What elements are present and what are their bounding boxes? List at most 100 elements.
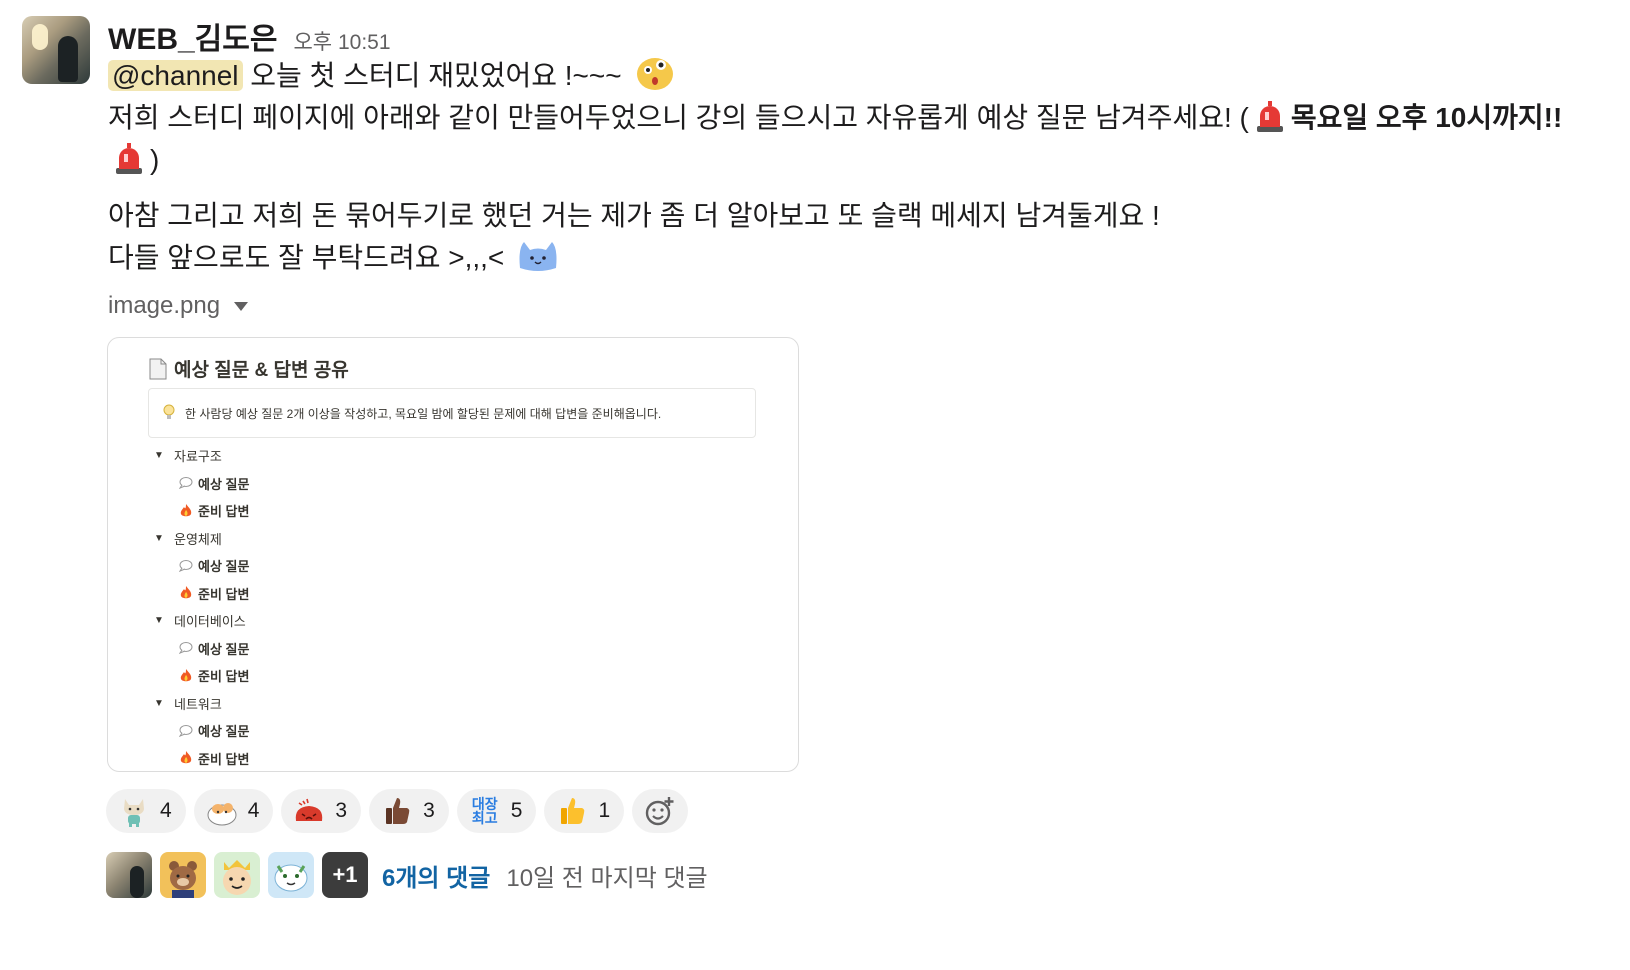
add-reaction-button[interactable] bbox=[632, 789, 689, 833]
item-label: 예상 질문 bbox=[198, 476, 250, 492]
toggle-triangle-icon: ▼ bbox=[154, 615, 164, 627]
toggle-section: ▼ 네트워크 bbox=[154, 690, 249, 718]
list-item: 예상 질문 bbox=[154, 552, 249, 580]
thumbs-up-emoji bbox=[556, 795, 588, 827]
list-item: 예상 질문 bbox=[154, 717, 249, 745]
line1-text: 오늘 첫 스터디 재밌었어요 !~~~ bbox=[250, 60, 622, 91]
reaction-count: 3 bbox=[423, 799, 435, 822]
item-label: 준비 답변 bbox=[198, 504, 250, 520]
fire-icon bbox=[176, 503, 196, 518]
item-label: 준비 답변 bbox=[198, 586, 250, 602]
speech-bubble-icon bbox=[176, 559, 196, 572]
reaction-hamster[interactable]: 4 bbox=[193, 789, 274, 833]
reaction-thumbs-up[interactable]: 1 bbox=[544, 789, 625, 833]
reaction-count: 1 bbox=[598, 799, 611, 822]
item-label: 예상 질문 bbox=[198, 559, 250, 575]
reaction-red-blob[interactable]: 3 bbox=[281, 789, 362, 833]
section-label: 운영체제 bbox=[174, 531, 222, 547]
last-reply-time: 10일 전 마지막 댓글 bbox=[506, 864, 708, 892]
reaction-cat-character[interactable]: 4 bbox=[106, 789, 186, 833]
red-blob-emoji bbox=[293, 795, 325, 827]
toggle-section: ▼ 자료구조 bbox=[154, 442, 249, 470]
reaction-count: 3 bbox=[335, 799, 348, 822]
message-line-3: 아참 그리고 저희 돈 묶어두기로 했던 거는 제가 좀 더 알아보고 또 슬랙… bbox=[108, 200, 1160, 231]
fire-icon bbox=[176, 586, 196, 600]
preview-title: 예상 질문 & 답변 공유 bbox=[148, 355, 349, 382]
thumbs-up-dark-emoji bbox=[381, 795, 413, 827]
reply-avatar bbox=[268, 852, 314, 898]
list-item: 예상 질문 bbox=[154, 635, 249, 663]
rotating-light-icon bbox=[116, 143, 142, 174]
more-repliers-badge: +1 bbox=[322, 852, 368, 898]
blue-cat-blob-emoji bbox=[519, 242, 557, 271]
toggle-triangle-icon: ▼ bbox=[154, 532, 164, 544]
reaction-captain-best[interactable]: 대장 최고 5 bbox=[456, 789, 537, 833]
reply-avatar bbox=[106, 852, 152, 898]
reaction-thumbs-up-dark[interactable]: 3 bbox=[369, 789, 449, 833]
reply-avatar bbox=[214, 852, 260, 898]
toggle-section: ▼ 데이터베이스 bbox=[154, 607, 249, 635]
section-label: 네트워크 bbox=[174, 696, 222, 712]
reaction-count: 5 bbox=[510, 799, 523, 822]
preview-title-text: 예상 질문 & 답변 공유 bbox=[174, 360, 349, 381]
line4-text: 다들 앞으로도 잘 부탁드려요 >,,,< bbox=[108, 242, 505, 273]
toggle-triangle-icon: ▼ bbox=[154, 450, 164, 462]
fire-icon bbox=[176, 751, 196, 765]
list-item: 준비 답변 bbox=[154, 580, 249, 608]
speech-bubble-icon bbox=[176, 477, 196, 490]
message-body: @channel 오늘 첫 스터디 재밌었어요 !~~~ 저희 스터디 페이지에… bbox=[108, 52, 1598, 279]
item-label: 준비 답변 bbox=[198, 669, 250, 685]
reactions-bar: 4 4 3 3 대장 최고 5 1 bbox=[106, 789, 689, 833]
bear-icon bbox=[169, 861, 197, 898]
reply-count-link[interactable]: 6개의 댓글 bbox=[382, 858, 490, 893]
channel-mention[interactable]: @channel bbox=[108, 60, 243, 91]
lightbulb-icon bbox=[163, 404, 175, 423]
line2-text: 저희 스터디 페이지에 아래와 같이 만들어두었으니 강의 들으시고 자유롭게 … bbox=[108, 102, 1249, 133]
add-emoji-icon bbox=[644, 795, 676, 827]
page-icon bbox=[149, 358, 167, 379]
preview-callout: 한 사람당 예상 질문 2개 이상을 작성하고, 목요일 밤에 할당된 문제에 … bbox=[148, 388, 756, 438]
item-label: 예상 질문 bbox=[198, 641, 250, 657]
crowned-character-icon bbox=[223, 860, 251, 895]
section-label: 자료구조 bbox=[174, 449, 222, 465]
callout-text: 한 사람당 예상 질문 2개 이상을 작성하고, 목요일 밤에 할당된 문제에 … bbox=[185, 406, 662, 421]
attachment-header: image.png bbox=[108, 292, 249, 320]
item-label: 준비 답변 bbox=[198, 751, 250, 767]
dragon-character-icon bbox=[274, 864, 308, 892]
avatar-person bbox=[58, 36, 78, 82]
image-preview[interactable]: 예상 질문 & 답변 공유 한 사람당 예상 질문 2개 이상을 작성하고, 목… bbox=[107, 337, 799, 772]
shocked-face-emoji bbox=[637, 58, 674, 90]
speech-bubble-icon bbox=[176, 642, 196, 655]
message-line-2: 저희 스터디 페이지에 아래와 같이 만들어두었으니 강의 들으시고 자유롭게 … bbox=[108, 97, 1598, 181]
item-label: 예상 질문 bbox=[198, 724, 250, 740]
cat-character-emoji bbox=[118, 795, 150, 827]
reply-avatar bbox=[160, 852, 206, 898]
list-item: 예상 질문 bbox=[154, 470, 249, 498]
list-item: 준비 답변 bbox=[154, 745, 250, 772]
toggle-section: ▼ 운영체제 bbox=[154, 525, 249, 553]
emoji-text-line: 최고 bbox=[471, 810, 498, 826]
section-label: 데이터베이스 bbox=[174, 614, 246, 630]
avatar-person bbox=[130, 866, 144, 898]
rotating-light-icon bbox=[1256, 101, 1283, 132]
reaction-count: 4 bbox=[160, 799, 172, 822]
preview-toggle-list: ▼ 자료구조 예상 질문 준비 답변 ▼ 운영체제 예상 질문 준비 답변 ▼ 데이터… bbox=[154, 442, 250, 772]
list-item: 준비 답변 bbox=[154, 662, 249, 690]
list-item: 준비 답변 bbox=[154, 497, 249, 525]
message-line-1: @channel 오늘 첫 스터디 재밌었어요 !~~~ bbox=[108, 52, 1598, 97]
chevron-down-icon[interactable] bbox=[234, 301, 249, 311]
deadline-text: 목요일 오후 10시까지!! bbox=[1290, 102, 1563, 133]
captain-best-text-emoji: 대장 최고 bbox=[469, 795, 501, 827]
hamster-emoji bbox=[206, 795, 238, 827]
line2-close: ) bbox=[150, 144, 160, 175]
user-avatar[interactable] bbox=[22, 16, 90, 84]
emoji-text-line: 대장 bbox=[471, 796, 498, 812]
fire-icon bbox=[176, 668, 196, 683]
speech-bubble-icon bbox=[176, 724, 196, 737]
reaction-count: 4 bbox=[247, 799, 260, 822]
toggle-triangle-icon: ▼ bbox=[154, 697, 164, 709]
attachment-filename[interactable]: image.png bbox=[108, 292, 220, 320]
thread-replies[interactable]: +1 6개의 댓글 10일 전 마지막 댓글 bbox=[106, 852, 708, 898]
message-line-4: 다들 앞으로도 잘 부탁드려요 >,,,< bbox=[108, 237, 1598, 279]
avatar-lamp bbox=[32, 24, 48, 50]
